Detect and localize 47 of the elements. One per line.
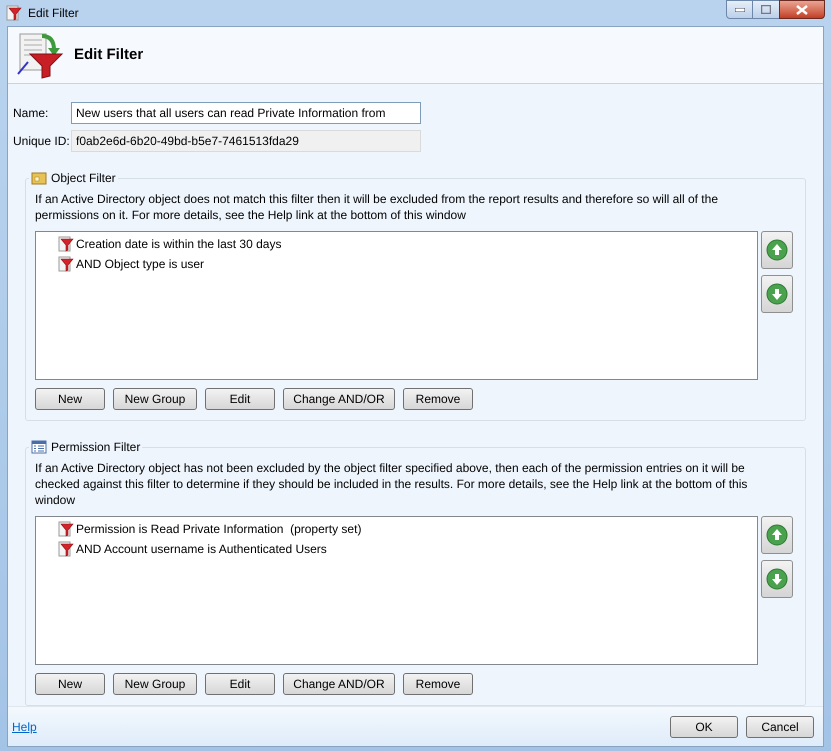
dialog-button[interactable]: Edit: [205, 673, 275, 695]
field-label: Unique ID:: [13, 133, 71, 150]
filter-condition[interactable]: AND Account username is Authenticated Users: [76, 540, 327, 558]
close-icon: [796, 4, 808, 14]
dialog-button[interactable]: OK: [670, 716, 738, 738]
arrow-up-icon: [766, 524, 788, 546]
funnel-icon: [58, 236, 74, 252]
move-up-button[interactable]: [761, 516, 793, 554]
arrow-down-icon: [766, 283, 788, 305]
window-title: Edit Filter: [28, 5, 79, 22]
header-title: Edit Filter: [74, 44, 144, 65]
field-label: Name:: [13, 105, 50, 122]
filter-condition[interactable]: AND Object type is user: [76, 255, 204, 273]
dialog-button[interactable]: New: [35, 673, 105, 695]
list-icon: [31, 439, 47, 455]
maximize-button[interactable]: [753, 0, 779, 19]
dialog-button[interactable]: Cancel: [746, 716, 814, 738]
dialog-button[interactable]: New Group: [113, 388, 197, 410]
move-down-button[interactable]: [761, 275, 793, 313]
dialog-button[interactable]: Remove: [403, 388, 473, 410]
minimize-button[interactable]: [726, 0, 753, 19]
group-title: Permission Filter: [51, 439, 140, 456]
dialog-button[interactable]: New Group: [113, 673, 197, 695]
close-button[interactable]: [779, 0, 825, 19]
funnel-icon: [58, 521, 74, 537]
move-up-button[interactable]: [761, 231, 793, 269]
dialog-button[interactable]: Change AND/OR: [283, 673, 395, 695]
dialog-button[interactable]: Change AND/OR: [283, 388, 395, 410]
group-description: If an Active Directory object does not match this filter then it will be excluded from the report results and therefore so will all of the permissions on it. For more details, see the Help link at the bottom of this window: [35, 191, 719, 223]
group-description: If an Active Directory object has not been excluded by the object filter specified above, then each of the permission entries on it will be checked against this filter to determine if they should be included in the results. For more details, see the Help link at the bottom of this window: [35, 460, 748, 508]
filter-condition[interactable]: Permission is Read Private Information (property set): [76, 520, 362, 538]
funnel-icon: [58, 256, 74, 272]
arrow-down-icon: [766, 568, 788, 590]
dialog-button[interactable]: Remove: [403, 673, 473, 695]
move-down-button[interactable]: [761, 560, 793, 598]
folder-icon: [31, 170, 47, 186]
filter-condition[interactable]: Creation date is within the last 30 days: [76, 235, 282, 253]
group-title: Object Filter: [51, 170, 116, 187]
dialog-button[interactable]: New: [35, 388, 105, 410]
funnel-icon: [6, 5, 22, 21]
name-field[interactable]: New users that all users can read Private Information from: [71, 102, 421, 124]
arrow-up-icon: [766, 239, 788, 261]
funnel-icon: [58, 541, 74, 557]
dialog-button[interactable]: Edit: [205, 388, 275, 410]
maximize-icon: [761, 5, 771, 14]
minimize-icon: [734, 8, 744, 12]
help-link[interactable]: Help: [12, 718, 37, 736]
